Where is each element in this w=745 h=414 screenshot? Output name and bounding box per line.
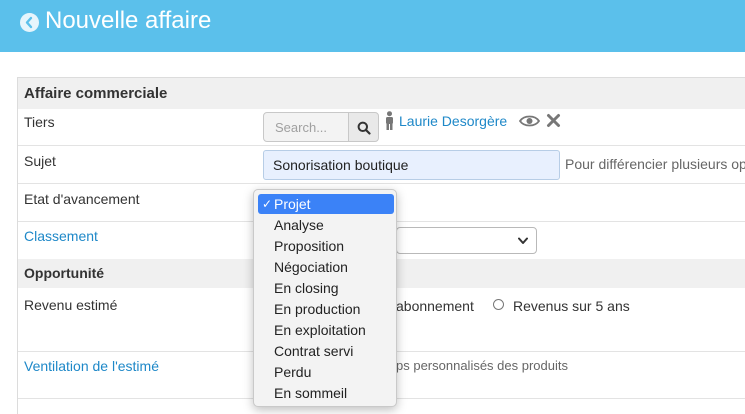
subject-input[interactable]	[263, 150, 560, 180]
stage-option[interactable]: En exploitation	[258, 320, 394, 340]
eye-icon[interactable]	[519, 114, 540, 128]
classement-link[interactable]: Classement	[24, 228, 98, 244]
classement-select[interactable]	[396, 227, 537, 254]
subject-label: Sujet	[24, 153, 56, 169]
revenue-option-subscription: abonnement	[396, 298, 474, 314]
section-business-heading: Affaire commerciale	[18, 78, 745, 109]
tiers-label: Tiers	[24, 114, 55, 130]
tiers-link[interactable]: Laurie Desorgère	[399, 113, 507, 129]
stage-label: Etat d'avancement	[24, 191, 140, 207]
stage-option[interactable]: Proposition	[258, 236, 394, 256]
back-arrow-icon[interactable]	[20, 13, 39, 32]
person-icon	[386, 111, 393, 130]
stage-option-selected[interactable]: ✓ Projet	[258, 194, 394, 214]
revenue-label: Revenu estimé	[24, 297, 118, 313]
search-button[interactable]	[348, 112, 379, 142]
tiers-search	[263, 112, 379, 142]
breakdown-link[interactable]: Ventilation de l'estimé	[24, 358, 159, 374]
revenue-five-years-radio[interactable]	[493, 299, 504, 310]
breakdown-text: ps personnalisés des produits	[396, 358, 568, 373]
tiers-search-input[interactable]	[263, 112, 349, 142]
chevron-down-icon	[518, 237, 528, 244]
revenue-option-five-years: Revenus sur 5 ans	[513, 298, 630, 314]
stage-option[interactable]: Perdu	[258, 362, 394, 382]
stage-option[interactable]: En closing	[258, 278, 394, 298]
page-title: Nouvelle affaire	[45, 7, 212, 34]
close-icon[interactable]	[546, 113, 561, 128]
divider	[18, 145, 745, 146]
stage-option[interactable]: En sommeil	[258, 383, 394, 403]
search-icon	[357, 121, 371, 135]
stage-option[interactable]: Analyse	[258, 215, 394, 235]
top-bar: Nouvelle affaire	[0, 0, 745, 52]
stage-option[interactable]: Négociation	[258, 257, 394, 277]
stage-option[interactable]: En production	[258, 299, 394, 319]
divider	[18, 183, 745, 184]
stage-dropdown-menu: ✓ Projet Analyse Proposition Négociation…	[253, 189, 397, 407]
checkmark-icon: ✓	[262, 197, 273, 211]
subject-hint: Pour différencier plusieurs op	[565, 156, 745, 172]
stage-option[interactable]: Contrat servi	[258, 341, 394, 361]
